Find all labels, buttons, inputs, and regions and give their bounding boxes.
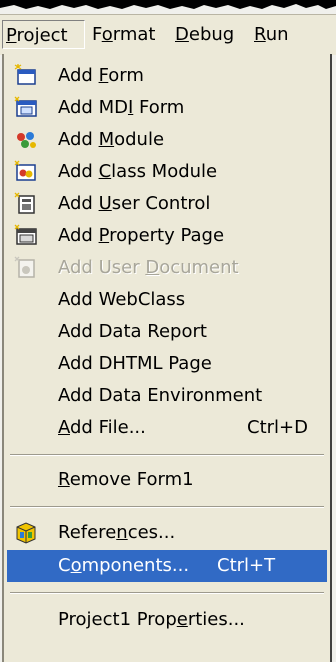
menu-run-label-rest: un	[265, 24, 289, 45]
menu-item-shortcut: Ctrl+D	[247, 417, 308, 438]
menu-separator	[10, 454, 324, 456]
menu-format[interactable]: Format	[89, 20, 164, 49]
menu-debug-label-rest: ebug	[188, 24, 235, 45]
menu-item-label: Add Property Page	[58, 225, 225, 246]
menu-item-label: Add User Document	[58, 257, 239, 278]
menu-project-mnemonic: P	[6, 25, 17, 46]
menu-item-label: Add File...	[58, 417, 146, 438]
menu-item-label: Remove Form1	[58, 469, 194, 490]
menu-item-add-module[interactable]: Add Module	[7, 124, 327, 156]
menu-run-mnemonic: R	[254, 24, 266, 45]
menu-separator	[10, 506, 324, 508]
menu-debug-mnemonic: D	[175, 24, 189, 45]
property-page-icon	[14, 224, 38, 248]
menu-item-project1-properties[interactable]: Project1 Properties...	[7, 604, 327, 636]
menu-format-label-a: F	[92, 24, 102, 45]
menu-item-references[interactable]: References...	[7, 517, 327, 549]
menu-item-add-file[interactable]: Add File... Ctrl+D	[7, 412, 327, 444]
menu-project[interactable]: Project	[2, 20, 85, 49]
menu-project-label-rest: roject	[16, 25, 68, 46]
menu-item-label: Add Module	[58, 129, 165, 150]
menu-item-label: Add User Control	[58, 193, 211, 214]
menu-item-label: Add Data Environment	[58, 385, 263, 406]
torn-top-strip	[0, 0, 336, 14]
user-control-icon	[14, 192, 38, 216]
menu-item-add-dhtml-page[interactable]: Add DHTML Page	[7, 348, 327, 380]
menu-format-mnemonic: o	[101, 24, 113, 45]
module-icon	[14, 128, 38, 152]
menu-item-label: Project1 Properties...	[58, 609, 245, 630]
menu-item-label: Add Form	[58, 65, 144, 86]
menu-separator	[10, 592, 324, 594]
menu-item-label: Add WebClass	[58, 289, 186, 310]
menu-item-components[interactable]: Components... Ctrl+T	[7, 550, 327, 582]
menu-item-add-form[interactable]: Add Form	[7, 60, 327, 92]
menu-item-label: Add Data Report	[58, 321, 207, 342]
menu-item-remove-form1[interactable]: Remove Form1	[7, 464, 327, 496]
menu-item-add-data-report[interactable]: Add Data Report	[7, 316, 327, 348]
menu-item-add-user-document: Add User Document	[7, 252, 327, 284]
menu-item-add-user-control[interactable]: Add User Control	[7, 188, 327, 220]
references-icon	[14, 521, 38, 545]
menu-item-label: Add MDI Form	[58, 97, 185, 118]
menu-item-add-property-page[interactable]: Add Property Page	[7, 220, 327, 252]
menu-item-label: Add Class Module	[58, 161, 218, 182]
menu-debug[interactable]: Debug	[172, 20, 244, 49]
menu-format-label-b: rmat	[112, 24, 156, 45]
menu-item-add-mdi-form[interactable]: Add MDI Form	[7, 92, 327, 124]
menu-item-add-data-environment[interactable]: Add Data Environment	[7, 380, 327, 412]
menu-bar: Project Format Debug Run	[0, 14, 336, 55]
menu-item-label: Add DHTML Page	[58, 353, 212, 374]
mdi-form-icon	[14, 96, 38, 120]
user-document-icon	[14, 256, 38, 280]
menu-item-add-class-module[interactable]: Add Class Module	[7, 156, 327, 188]
menu-item-shortcut: Ctrl+T	[217, 555, 276, 576]
project-menu-dropdown: Add Form Add MDI Form Add Module Add Cla…	[2, 54, 332, 662]
menu-run[interactable]: Run	[251, 20, 299, 49]
class-module-icon	[14, 160, 38, 184]
menu-item-label: Components...	[58, 555, 190, 576]
form-icon	[14, 64, 38, 88]
menu-item-label: References...	[58, 522, 176, 543]
menu-item-add-webclass[interactable]: Add WebClass	[7, 284, 327, 316]
